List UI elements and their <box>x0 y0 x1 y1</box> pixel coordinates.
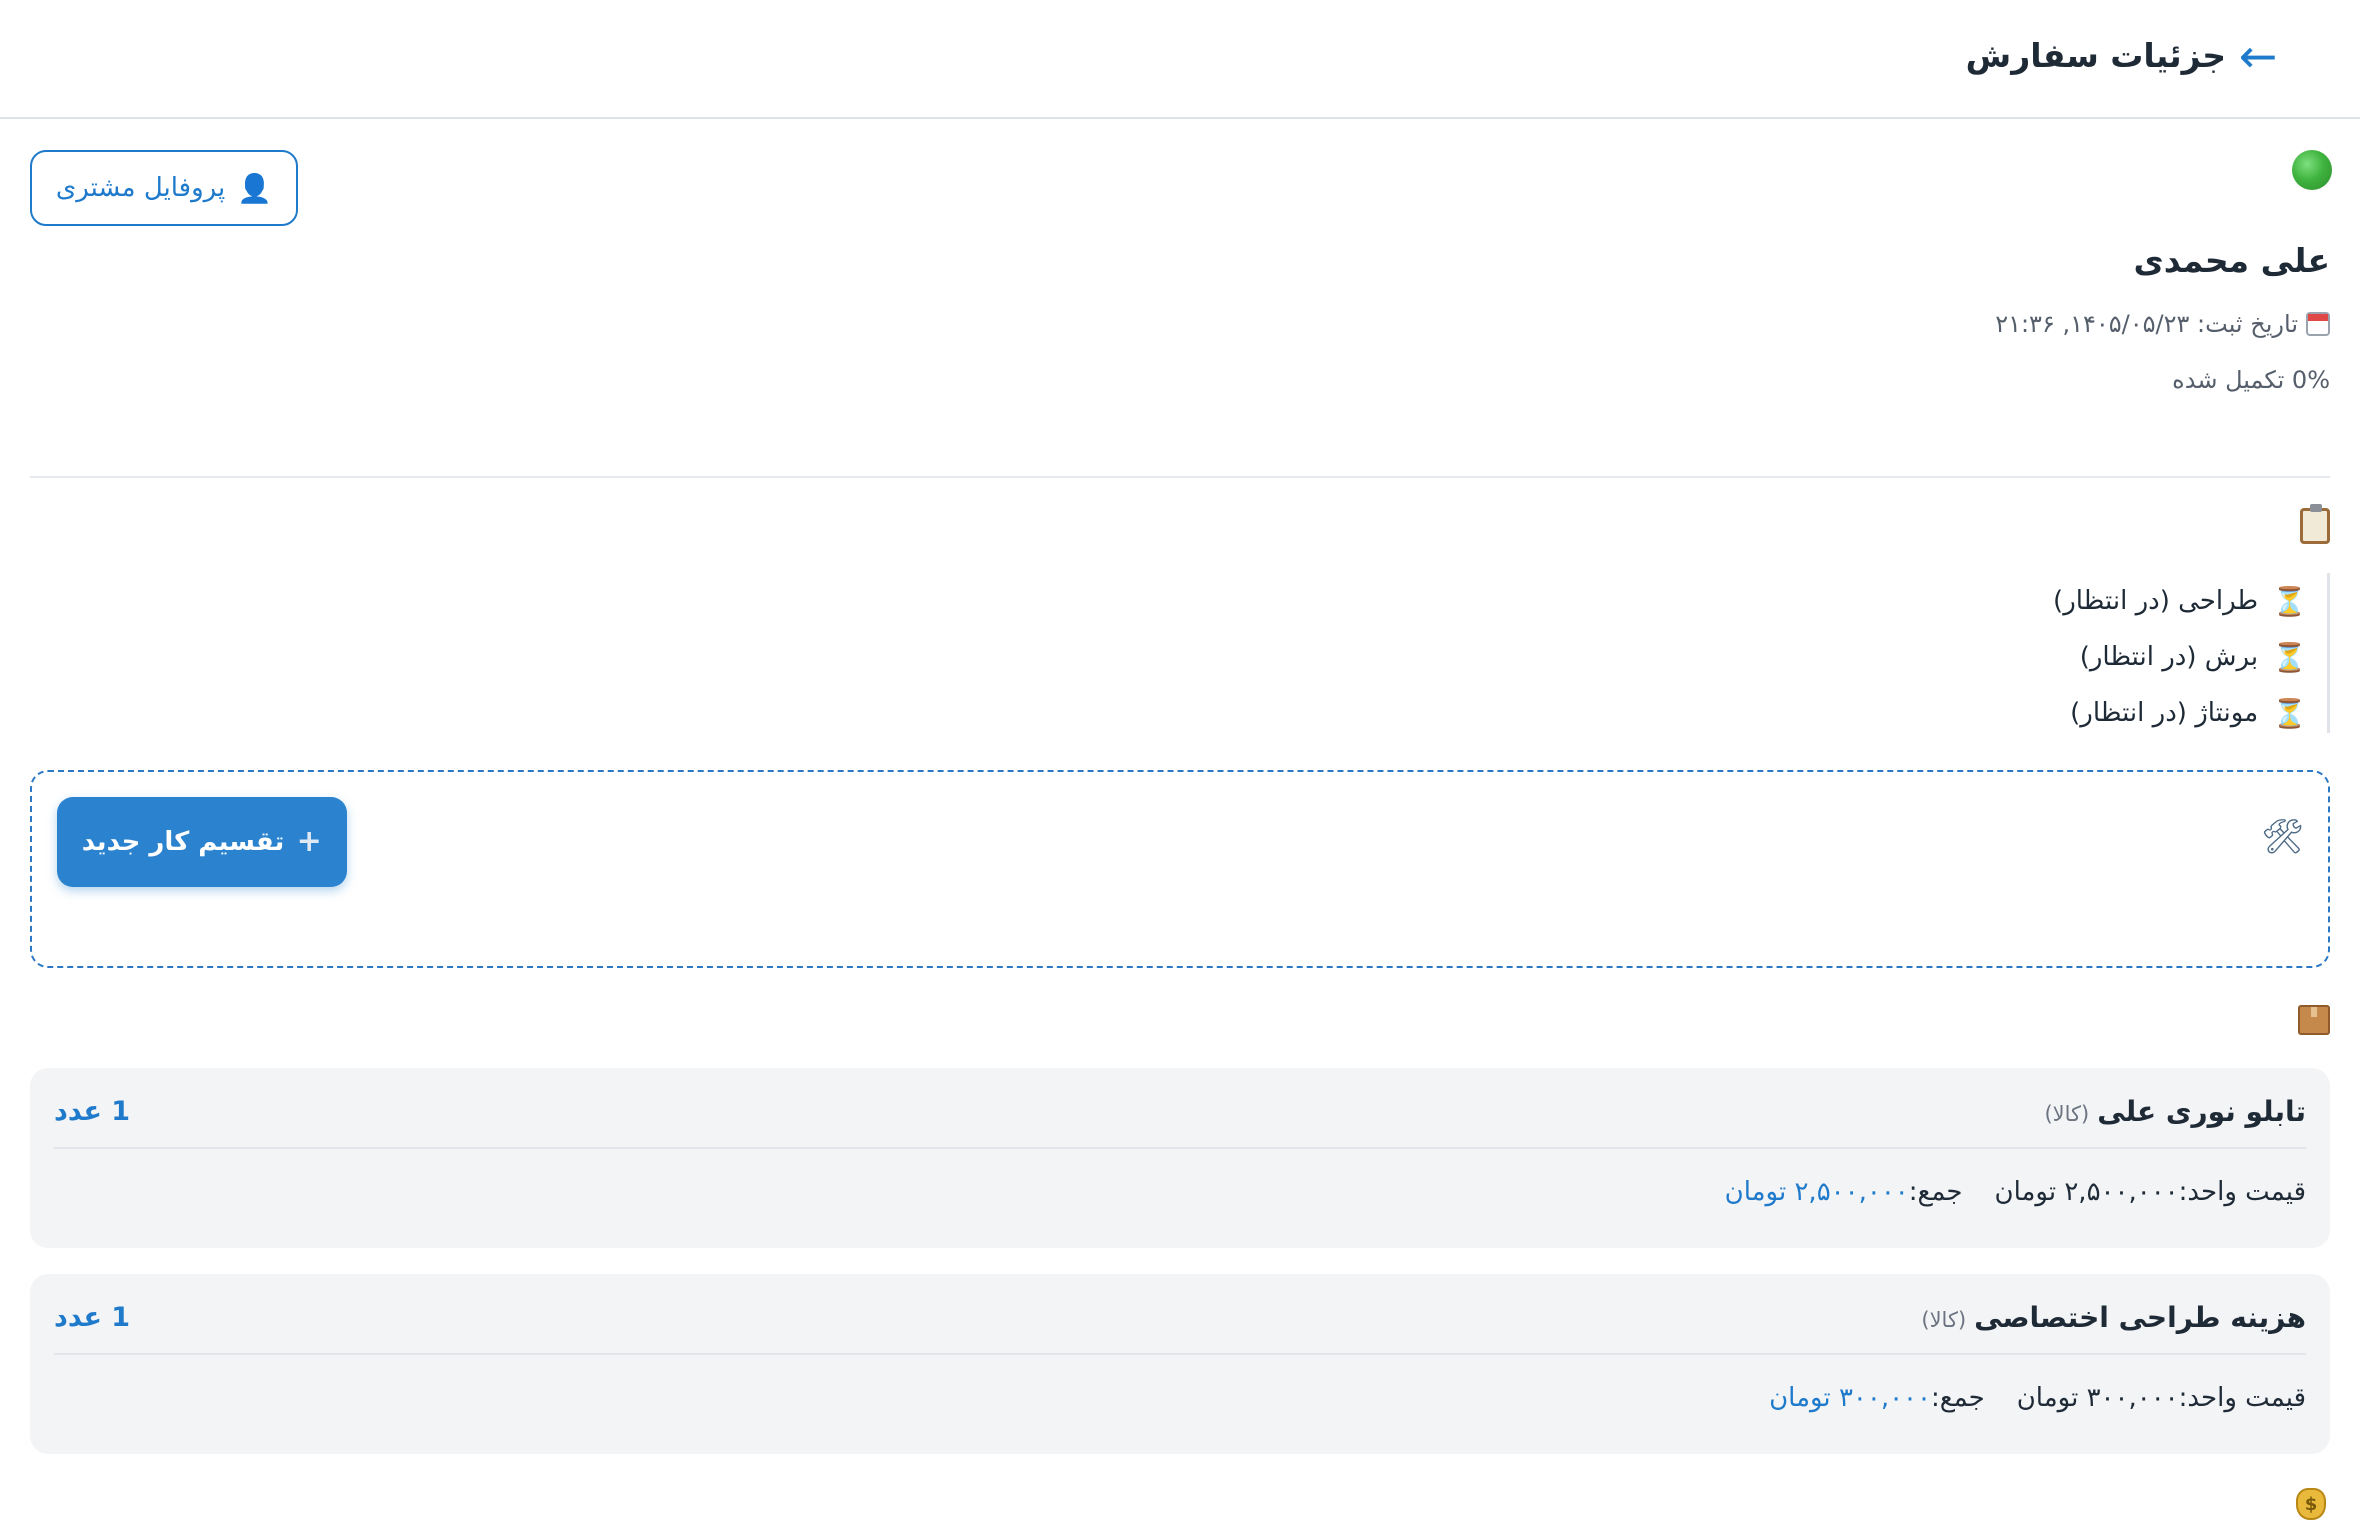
clipboard-icon <box>2300 504 2330 544</box>
item-total: جمع:۲,۵۰۰,۰۰۰ تومان <box>1725 1170 1963 1214</box>
customer-name: علی محمدی <box>2133 241 2330 280</box>
item-title: هزینه طراحی اختصاصی (کالا) <box>1921 1296 2306 1342</box>
person-icon: 👤 <box>237 171 273 205</box>
item-unit-price: قیمت واحد:۲,۵۰۰,۰۰۰ تومان <box>1994 1177 2306 1207</box>
item-title: تابلو نوری علی (کالا) <box>2044 1090 2306 1136</box>
item-quantity: 1 عدد <box>54 1302 131 1333</box>
item-type: (کالا) <box>1921 1308 1967 1332</box>
step-item-cutting: ⏳ برش (در انتظار) <box>2080 629 2307 685</box>
item-prices: قیمت واحد:۳۰۰,۰۰۰ تومان جمع:۳۰۰,۰۰۰ توما… <box>1769 1376 2306 1420</box>
hourglass-icon: ⏳ <box>2272 584 2307 618</box>
calendar-icon <box>2306 312 2330 336</box>
progress-text: 0% تکمیل شده <box>2172 366 2330 394</box>
new-task-label: تقسیم کار جدید <box>81 827 285 857</box>
item-total-value: ۲,۵۰۰,۰۰۰ تومان <box>1724 1177 1909 1207</box>
order-item-card: تابلو نوری علی (کالا) 1 عدد قیمت واحد:۲,… <box>30 1068 2330 1248</box>
arrow-left-icon[interactable]: ← <box>2228 26 2288 86</box>
page-header: ← جزئیات سفارش <box>0 0 2360 119</box>
task-assignment-box: 🛠 + تقسیم کار جدید <box>30 770 2330 968</box>
item-total: جمع:۳۰۰,۰۰۰ تومان <box>1769 1376 1985 1420</box>
item-quantity: 1 عدد <box>54 1096 131 1127</box>
item-name: تابلو نوری علی <box>2097 1095 2306 1128</box>
item-total-label: جمع: <box>1908 1177 1963 1207</box>
order-item-card: هزینه طراحی اختصاصی (کالا) 1 عدد قیمت وا… <box>30 1274 2330 1454</box>
new-task-button[interactable]: + تقسیم کار جدید <box>57 797 347 887</box>
section-divider <box>30 476 2330 478</box>
step-item-assembly: ⏳ مونتاژ (در انتظار) <box>2070 685 2307 741</box>
customer-profile-label: پروفایل مشتری <box>55 173 226 203</box>
item-divider <box>54 1353 2306 1355</box>
hourglass-icon: ⏳ <box>2272 696 2307 730</box>
page-title: جزئیات سفارش <box>1965 36 2226 75</box>
step-label: طراحی (در انتظار) <box>2053 586 2259 616</box>
item-name: هزینه طراحی اختصاصی <box>1974 1301 2306 1334</box>
registration-date: تاریخ ثبت: ۱۴۰۵/۰۵/۲۳, ۲۱:۳۶ <box>1995 306 2330 342</box>
item-unit-price: قیمت واحد:۳۰۰,۰۰۰ تومان <box>2016 1383 2306 1413</box>
tools-icon: 🛠 <box>2260 817 2304 857</box>
item-prices: قیمت واحد:۲,۵۰۰,۰۰۰ تومان جمع:۲,۵۰۰,۰۰۰ … <box>1725 1170 2306 1214</box>
step-label: برش (در انتظار) <box>2079 642 2259 672</box>
item-divider <box>54 1147 2306 1149</box>
step-item-design: ⏳ طراحی (در انتظار) <box>2053 573 2307 629</box>
customer-profile-button[interactable]: 👤 پروفایل مشتری <box>30 150 298 226</box>
money-bag-icon: $ <box>2296 1488 2326 1520</box>
plus-icon: + <box>296 824 322 859</box>
item-total-value: ۳۰۰,۰۰۰ تومان <box>1769 1383 1931 1413</box>
green-circle-icon <box>2292 150 2332 190</box>
registration-date-text: تاریخ ثبت: ۱۴۰۵/۰۵/۲۳, ۲۱:۳۶ <box>1995 310 2298 338</box>
hourglass-icon: ⏳ <box>2272 640 2307 674</box>
step-label: مونتاژ (در انتظار) <box>2070 698 2259 728</box>
package-icon <box>2298 1005 2330 1035</box>
item-type: (کالا) <box>2044 1102 2090 1126</box>
item-total-label: جمع: <box>1931 1383 1985 1413</box>
steps-list: ⏳ طراحی (در انتظار) ⏳ برش (در انتظار) ⏳ … <box>1530 573 2330 733</box>
